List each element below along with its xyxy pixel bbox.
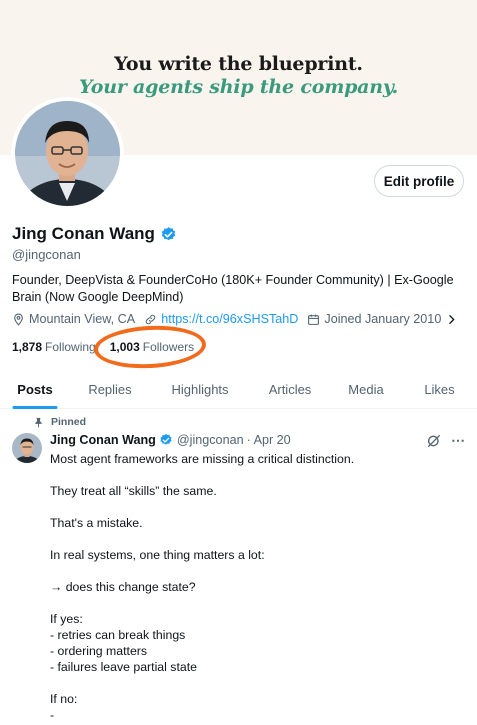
calendar-icon — [308, 314, 320, 325]
profile-handle: @jingconan — [12, 247, 81, 262]
post-header: Jing Conan Wang @jingconan · Apr 20 — [50, 433, 291, 447]
avatar-photo — [12, 433, 42, 463]
tab-label: Replies — [88, 381, 132, 397]
tab-highlights[interactable]: Highlights — [150, 370, 250, 408]
tab-posts[interactable]: Posts — [0, 370, 70, 409]
banner-subheadline: Your agents ship the company. — [79, 76, 398, 98]
following-count: 1,878 — [12, 340, 43, 354]
location-icon — [14, 313, 23, 326]
post-line: They treat all “skills” the same. — [50, 484, 217, 498]
active-tab-indicator — [12, 406, 58, 409]
profile-tabs: Posts Replies Highlights Articles Media … — [0, 370, 477, 409]
tab-replies[interactable]: Replies — [70, 370, 150, 408]
verified-icon[interactable] — [159, 433, 173, 447]
post-avatar[interactable] — [12, 433, 42, 463]
following-link[interactable]: 1,878 Following — [12, 340, 96, 354]
post-handle[interactable]: @jingconan — [177, 433, 244, 447]
profile-avatar[interactable] — [11, 97, 124, 210]
post-line: - ordering matters — [50, 644, 148, 658]
profile-name-row: Jing Conan Wang — [12, 224, 177, 244]
more-icon[interactable]: ⋯ — [451, 432, 466, 449]
following-label: Following — [45, 340, 96, 354]
post-author[interactable]: Jing Conan Wang — [50, 433, 156, 447]
tab-label: Likes — [424, 381, 455, 397]
pin-icon — [35, 417, 42, 428]
tab-label: Media — [348, 381, 384, 397]
joined-item[interactable]: Joined January 2010 — [307, 312, 458, 326]
grok-icon[interactable] — [426, 433, 442, 449]
pinned-label: Pinned — [51, 416, 87, 428]
post-line: If yes: — [50, 612, 83, 626]
post-actions-top: ⋯ — [426, 432, 466, 449]
profile-meta: Mountain View, CA https://t.co/96xSHSTah… — [12, 312, 467, 326]
post-line: In real systems, one thing matters a lot… — [50, 548, 265, 562]
tab-media[interactable]: Media — [330, 370, 402, 408]
banner-headline: You write the blueprint. — [114, 53, 363, 75]
post-line: - failures leave partial state — [50, 660, 197, 674]
edit-profile-button[interactable]: Edit profile — [374, 165, 464, 197]
verified-icon[interactable] — [160, 226, 177, 243]
location-text: Mountain View, CA — [29, 312, 136, 326]
post-line: If no: — [50, 692, 78, 706]
post-line: That's a mistake. — [50, 516, 143, 530]
chevron-right-icon — [449, 314, 455, 324]
post-line: Most agent frameworks are missing a crit… — [50, 452, 355, 466]
profile-link[interactable]: https://t.co/96xSHSTahD — [161, 312, 298, 326]
tab-label: Articles — [268, 381, 312, 397]
profile-name: Jing Conan Wang — [12, 224, 155, 243]
joined-text: Joined January 2010 — [324, 312, 442, 326]
pinned-indicator: Pinned — [33, 416, 86, 428]
avatar-photo — [15, 101, 120, 206]
tab-articles[interactable]: Articles — [250, 370, 330, 408]
link-item: https://t.co/96xSHSTahD — [144, 312, 298, 326]
tab-likes[interactable]: Likes — [402, 370, 477, 408]
link-icon — [145, 314, 156, 324]
highlight-annotation — [92, 323, 208, 371]
profile-bio: Founder, DeepVista & FounderCoHo (180K+ … — [12, 273, 454, 304]
tab-label: Highlights — [171, 381, 229, 397]
location-item: Mountain View, CA — [12, 312, 135, 326]
tab-label: Posts — [17, 381, 53, 397]
post-line: - retries can break things — [50, 628, 186, 642]
post-line: → does this change state? — [50, 580, 196, 594]
post-date[interactable]: · Apr 20 — [247, 433, 291, 447]
post-line: - — [50, 708, 55, 722]
